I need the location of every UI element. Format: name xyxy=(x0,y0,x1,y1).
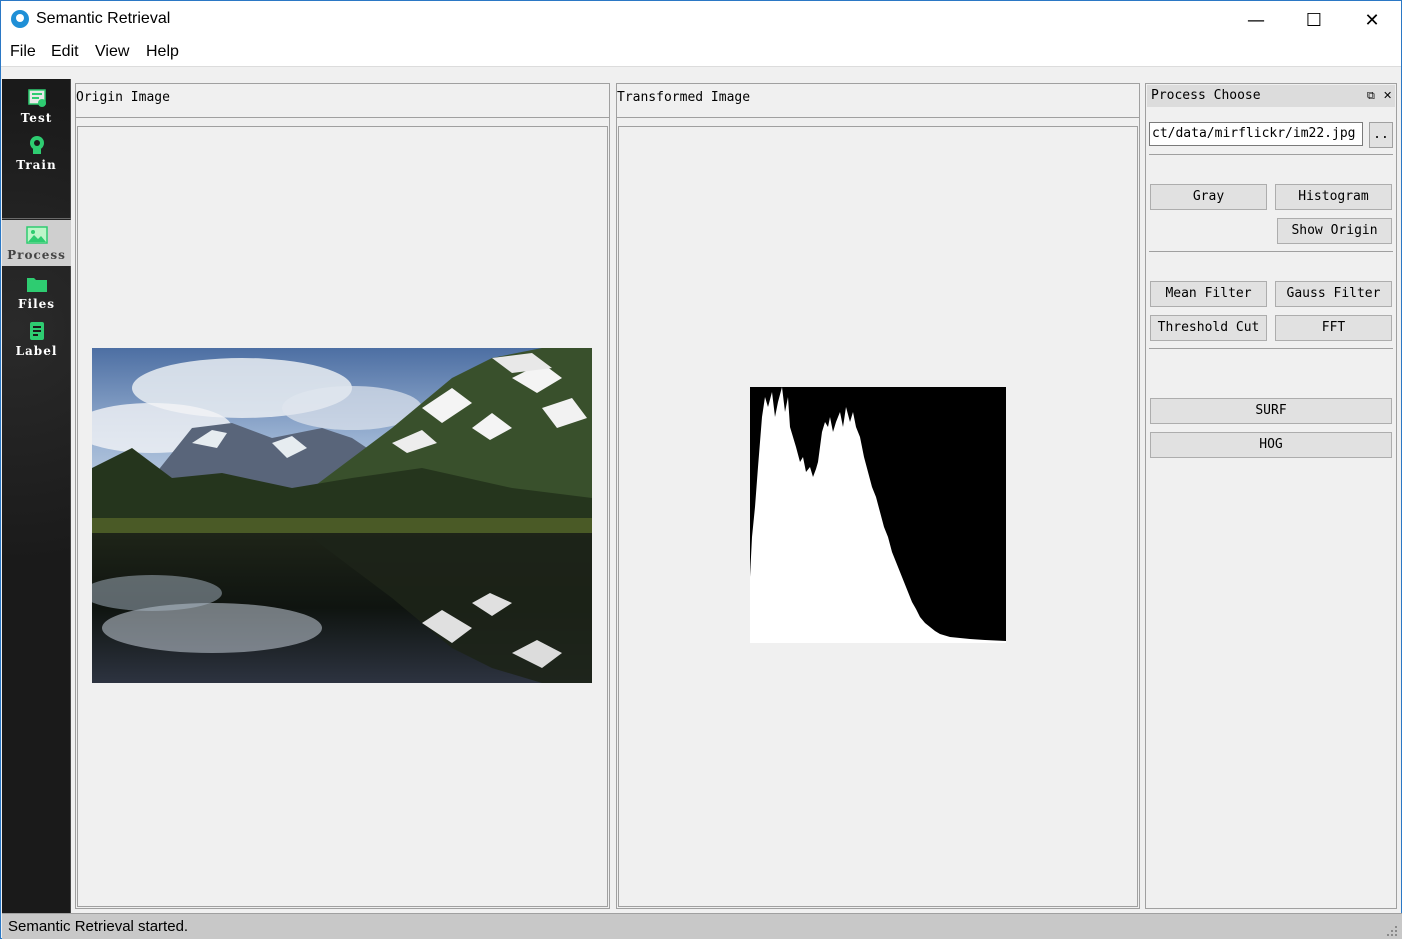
process-choose-dock: Process Choose ⧉ ✕ ct/data/mirflickr/im2… xyxy=(1145,83,1397,909)
hog-button[interactable]: HOG xyxy=(1150,432,1392,458)
sidebar-item-label: Files xyxy=(17,297,56,311)
resize-grip-icon[interactable] xyxy=(1384,923,1398,937)
histogram-image xyxy=(750,387,1006,643)
gauss-filter-button[interactable]: Gauss Filter xyxy=(1275,281,1392,307)
maximize-button[interactable]: ☐ xyxy=(1285,1,1343,39)
sidebar-item-label-tool[interactable]: Label xyxy=(2,316,71,362)
sidebar: Test Train Process Files Label xyxy=(2,79,71,913)
divider xyxy=(1149,154,1393,155)
image-path-value: ct/data/mirflickr/im22.jpg xyxy=(1152,126,1356,141)
train-icon xyxy=(30,136,44,154)
sidebar-item-files[interactable]: Files xyxy=(2,269,71,315)
origin-panel-title: Origin Image xyxy=(76,84,609,118)
browse-button[interactable]: .. xyxy=(1369,122,1393,148)
window-title: Semantic Retrieval xyxy=(36,10,171,27)
gray-button[interactable]: Gray xyxy=(1150,184,1267,210)
threshold-cut-button[interactable]: Threshold Cut xyxy=(1150,315,1267,341)
image-path-input[interactable]: ct/data/mirflickr/im22.jpg xyxy=(1149,122,1363,146)
dock-float-icon[interactable]: ⧉ xyxy=(1367,89,1375,103)
maximize-icon: ☐ xyxy=(1305,9,1323,31)
close-icon: ✕ xyxy=(1364,9,1380,31)
sidebar-divider xyxy=(2,218,71,219)
folder-icon xyxy=(27,278,47,292)
menu-help[interactable]: Help xyxy=(146,43,179,61)
app-logo-icon xyxy=(11,10,29,28)
divider xyxy=(1149,348,1393,349)
main-window: Semantic Retrieval — ☐ ✕ File Edit View … xyxy=(0,0,1402,939)
histogram-button[interactable]: Histogram xyxy=(1275,184,1392,210)
sidebar-item-label: Train xyxy=(16,158,57,172)
menu-bar: File Edit View Help xyxy=(1,39,1401,67)
title-bar: Semantic Retrieval — ☐ ✕ xyxy=(1,1,1401,39)
menu-edit[interactable]: Edit xyxy=(51,43,79,61)
show-origin-button[interactable]: Show Origin xyxy=(1277,218,1392,244)
menu-view[interactable]: View xyxy=(95,43,129,61)
divider xyxy=(1149,251,1393,252)
status-text: Semantic Retrieval started. xyxy=(8,918,189,935)
mean-filter-button[interactable]: Mean Filter xyxy=(1150,281,1267,307)
test-icon xyxy=(28,89,46,107)
minimize-button[interactable]: — xyxy=(1227,1,1285,39)
origin-image xyxy=(92,348,592,683)
sidebar-item-test[interactable]: Test xyxy=(2,83,71,129)
sidebar-item-process[interactable]: Process xyxy=(2,220,71,266)
sidebar-item-label: Label xyxy=(15,344,58,358)
status-bar: Semantic Retrieval started. xyxy=(2,913,1402,939)
dock-title: Process Choose xyxy=(1151,88,1261,103)
sidebar-item-label: Process xyxy=(7,248,66,262)
sidebar-item-label: Test xyxy=(20,111,53,125)
close-button[interactable]: ✕ xyxy=(1343,1,1401,39)
fft-button[interactable]: FFT xyxy=(1275,315,1392,341)
surf-button[interactable]: SURF xyxy=(1150,398,1392,424)
dock-title-bar: Process Choose ⧉ ✕ xyxy=(1147,85,1395,107)
menu-file[interactable]: File xyxy=(10,43,36,61)
transformed-panel-title: Transformed Image xyxy=(617,84,1139,118)
clipboard-icon xyxy=(30,322,44,340)
minimize-icon: — xyxy=(1247,9,1265,31)
sidebar-item-train[interactable]: Train xyxy=(2,130,71,176)
image-icon xyxy=(26,226,48,244)
dock-close-icon[interactable]: ✕ xyxy=(1383,89,1392,102)
